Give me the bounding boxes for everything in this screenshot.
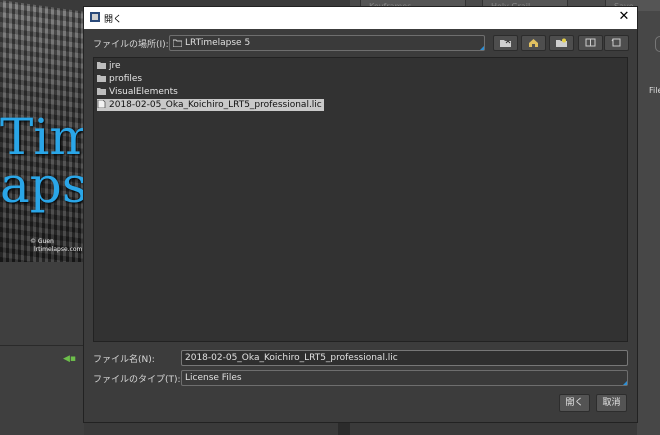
- open-file-dialog: 開く ✕ ファイルの場所(I): LRTimelapse 5 jre profi…: [84, 7, 637, 422]
- splash-word-2: aps: [0, 156, 88, 214]
- dialog-title: 開く: [104, 15, 123, 25]
- open-button[interactable]: 開く: [559, 394, 590, 412]
- home-button[interactable]: [521, 35, 546, 51]
- list-view-icon: [585, 38, 596, 47]
- folder-icon: [97, 62, 106, 69]
- right-panel: [637, 11, 660, 435]
- list-item-license-file[interactable]: 2018-02-05_Oka_Koichiro_LRT5_professiona…: [97, 99, 324, 111]
- left-panel-divider: [0, 345, 84, 346]
- dialog-titlebar: 開く ✕: [84, 7, 637, 29]
- file-list[interactable]: jre profiles VisualElements 2018-02-05_O…: [93, 57, 628, 342]
- right-panel-label: File: [649, 86, 660, 95]
- folder-icon: [97, 88, 106, 95]
- left-panel: [0, 262, 84, 435]
- splash-copyright: © Guen: [30, 238, 54, 245]
- folder-icon: [173, 39, 182, 47]
- bottom-scroll-handle: [338, 421, 350, 435]
- filetype-value: License Files: [185, 373, 242, 383]
- home-icon: [529, 39, 538, 47]
- file-name: VisualElements: [109, 87, 178, 97]
- filetype-combo[interactable]: License Files: [181, 370, 628, 386]
- green-arrow-icon[interactable]: ◀▪: [63, 354, 76, 364]
- file-name: profiles: [109, 74, 143, 84]
- new-folder-button[interactable]: [549, 35, 574, 51]
- combo-dropdown-icon: [623, 381, 627, 385]
- new-folder-icon: [556, 38, 567, 47]
- folder-icon: [97, 75, 106, 82]
- file-name: 2018-02-05_Oka_Koichiro_LRT5_professiona…: [109, 100, 322, 110]
- list-item-folder-profiles[interactable]: profiles: [97, 73, 144, 85]
- file-icon: [97, 100, 106, 108]
- look-in-combo[interactable]: LRTimelapse 5: [169, 35, 485, 51]
- cancel-button[interactable]: 取消: [596, 394, 627, 412]
- up-one-level-button[interactable]: [493, 35, 518, 51]
- combo-dropdown-icon: [480, 46, 484, 50]
- list-view-button[interactable]: [578, 35, 603, 51]
- details-view-button[interactable]: [604, 35, 629, 51]
- toggle-knob[interactable]: [655, 36, 660, 52]
- filename-input[interactable]: 2018-02-05_Oka_Koichiro_LRT5_professiona…: [181, 350, 628, 366]
- filename-label: ファイル名(N):: [93, 355, 155, 365]
- close-icon[interactable]: ✕: [617, 10, 631, 24]
- details-view-icon: [611, 38, 621, 47]
- up-one-level-icon: [500, 40, 511, 47]
- list-item-folder-jre[interactable]: jre: [97, 60, 123, 72]
- filetype-label: ファイルのタイプ(T):: [93, 375, 181, 385]
- file-name: jre: [109, 61, 121, 71]
- java-app-icon: [90, 12, 100, 22]
- look-in-value: LRTimelapse 5: [185, 38, 251, 48]
- look-in-label: ファイルの場所(I):: [93, 40, 169, 50]
- splash-url: lrtimelapse.com: [34, 246, 83, 253]
- list-item-folder-visualelements[interactable]: VisualElements: [97, 86, 180, 98]
- splash-word-1: Tim: [0, 108, 97, 166]
